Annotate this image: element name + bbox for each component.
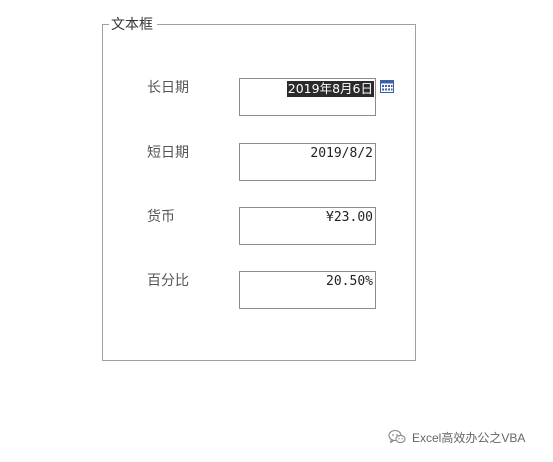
label-currency: 货币 bbox=[147, 209, 175, 225]
groupbox-title: 文本框 bbox=[109, 16, 157, 34]
long-date-value: 2019年8月6日 bbox=[286, 81, 374, 97]
form-canvas: 文本框 长日期 2019年8月6日 短日期 2019/8/2 货币 ¥23.00… bbox=[0, 0, 553, 462]
watermark: Excel高效办公之VBA bbox=[388, 428, 525, 446]
short-date-textbox[interactable]: 2019/8/2 bbox=[239, 143, 376, 181]
label-long-date: 长日期 bbox=[147, 80, 189, 96]
calendar-icon[interactable] bbox=[380, 80, 394, 93]
percentage-value: 20.50% bbox=[326, 274, 373, 289]
watermark-text: Excel高效办公之VBA bbox=[412, 430, 526, 445]
long-date-textbox[interactable]: 2019年8月6日 bbox=[239, 78, 376, 116]
percentage-textbox[interactable]: 20.50% bbox=[239, 271, 376, 309]
short-date-value: 2019/8/2 bbox=[310, 146, 373, 161]
label-percentage: 百分比 bbox=[147, 273, 189, 289]
textbox-groupbox bbox=[102, 24, 416, 361]
currency-value: ¥23.00 bbox=[326, 210, 373, 225]
wechat-icon bbox=[388, 429, 406, 444]
currency-textbox[interactable]: ¥23.00 bbox=[239, 207, 376, 245]
label-short-date: 短日期 bbox=[147, 145, 189, 161]
